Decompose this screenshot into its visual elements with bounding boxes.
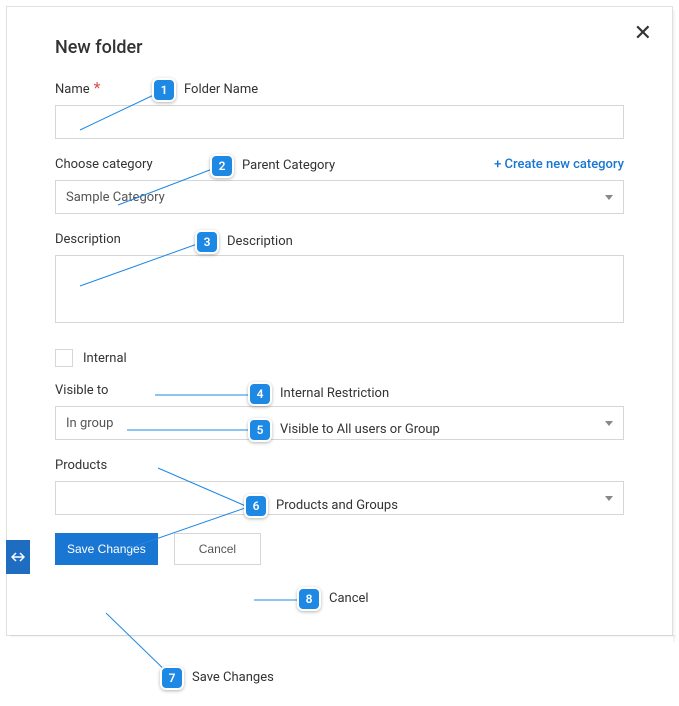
products-label: Products (55, 458, 107, 473)
dialog-title: New folder (55, 37, 624, 58)
category-label: Choose category (55, 157, 153, 172)
name-input[interactable] (55, 105, 624, 139)
field-internal: Internal (55, 349, 624, 367)
create-category-link[interactable]: + Create new category (494, 157, 624, 172)
field-category: Choose category + Create new category Sa… (55, 157, 624, 214)
annotation-marker-5: 5 (248, 418, 272, 442)
chevron-down-icon (605, 496, 613, 501)
annotation-label-3: Description (227, 234, 293, 249)
annotation-marker-7: 7 (160, 666, 184, 690)
cancel-button[interactable]: Cancel (174, 533, 261, 565)
annotation-marker-8: 8 (297, 587, 321, 611)
annotation-label-8: Cancel (329, 591, 369, 606)
annotation-marker-1: 1 (152, 78, 176, 102)
category-select[interactable]: Sample Category (55, 180, 624, 214)
internal-checkbox[interactable] (55, 349, 73, 367)
new-folder-dialog: ✕ New folder Name * Choose category + Cr… (6, 6, 673, 636)
internal-label: Internal (83, 351, 127, 366)
field-description: Description (55, 232, 624, 323)
annotation-label-6: Products and Groups (276, 498, 398, 513)
visible-label: Visible to (55, 383, 108, 398)
name-label: Name (55, 82, 90, 97)
description-input[interactable] (55, 255, 624, 323)
button-row: Save Changes Cancel (55, 533, 624, 565)
field-name: Name * (55, 78, 624, 139)
annotation-marker-6: 6 (244, 494, 268, 518)
save-button[interactable]: Save Changes (55, 533, 158, 565)
annotation-marker-3: 3 (195, 230, 219, 254)
description-label: Description (55, 232, 121, 247)
annotation-label-5: Visible to All users or Group (280, 422, 440, 437)
chevron-down-icon (605, 421, 613, 426)
annotation-marker-2: 2 (210, 154, 234, 178)
chevron-down-icon (605, 195, 613, 200)
side-drag-handle[interactable] (6, 540, 30, 574)
visible-value: In group (66, 416, 113, 431)
category-value: Sample Category (66, 190, 165, 205)
annotation-label-7: Save Changes (192, 670, 274, 685)
annotation-label-4: Internal Restriction (280, 386, 389, 401)
annotation-marker-4: 4 (248, 382, 272, 406)
annotation-label-1: Folder Name (184, 82, 258, 97)
required-asterisk: * (94, 78, 101, 97)
annotation-label-2: Parent Category (242, 158, 335, 173)
